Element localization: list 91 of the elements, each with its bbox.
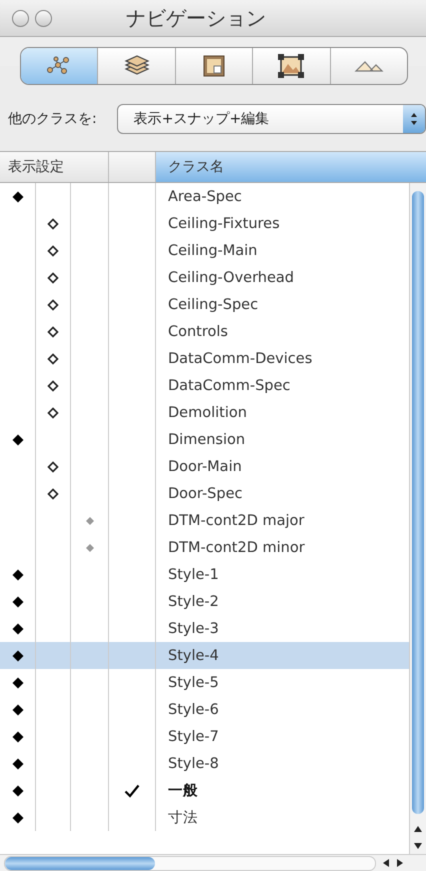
table-row[interactable]: Style-2	[0, 588, 409, 615]
table-row[interactable]: Area-Spec	[0, 183, 409, 210]
table-row[interactable]: Style-5	[0, 669, 409, 696]
filled-diamond-icon[interactable]	[12, 704, 24, 716]
filled-diamond-icon[interactable]	[12, 434, 24, 446]
class-name: DTM-cont2D major	[168, 512, 304, 528]
framed-image-icon	[277, 53, 306, 79]
left-arrow-icon[interactable]	[382, 858, 390, 868]
hollow-diamond-icon[interactable]	[47, 352, 59, 364]
hollow-diamond-icon[interactable]	[47, 460, 59, 472]
small-diamond-icon[interactable]	[84, 514, 96, 526]
class-name: Door-Main	[168, 458, 242, 474]
filled-diamond-icon[interactable]	[12, 190, 24, 202]
filled-diamond-icon[interactable]	[12, 650, 24, 662]
hollow-diamond-icon[interactable]	[47, 272, 59, 284]
table-row[interactable]: Style-7	[0, 723, 409, 750]
class-name: Style-8	[168, 756, 219, 772]
hollow-diamond-icon[interactable]	[47, 218, 59, 230]
hollow-diamond-icon[interactable]	[47, 488, 59, 500]
updown-arrows-icon	[410, 112, 418, 126]
selected-row[interactable]: Style-4	[0, 642, 409, 669]
table-row[interactable]: Ceiling-Overhead	[0, 264, 409, 291]
down-arrow-icon[interactable]	[413, 842, 423, 850]
class-name: Style-4	[168, 648, 219, 664]
table-row[interactable]: Style-1	[0, 561, 409, 588]
class-name: Style-2	[168, 594, 219, 610]
hollow-diamond-icon[interactable]	[47, 406, 59, 418]
table-row[interactable]: Ceiling-Main	[0, 237, 409, 264]
table-row[interactable]: Door-Spec	[0, 480, 409, 507]
filled-diamond-icon[interactable]	[12, 812, 24, 824]
vertical-scrollbar[interactable]	[409, 183, 426, 854]
table-row[interactable]: Style-8	[0, 750, 409, 777]
table-row[interactable]: DTM-cont2D minor	[0, 534, 409, 561]
hollow-diamond-icon[interactable]	[47, 244, 59, 256]
class-name: Dimension	[168, 432, 246, 448]
table-row[interactable]: 一般	[0, 777, 409, 804]
class-name: DataComm-Spec	[168, 378, 290, 394]
class-name: Ceiling-Fixtures	[168, 216, 280, 232]
table-row[interactable]: Demolition	[0, 399, 409, 426]
up-arrow-icon[interactable]	[413, 824, 423, 832]
column-header[interactable]: クラス名	[156, 152, 426, 182]
table-row[interactable]: Ceiling-Spec	[0, 291, 409, 318]
class-name: DataComm-Devices	[168, 350, 312, 366]
column-header[interactable]: 表示設定	[0, 152, 109, 182]
close-button[interactable]	[12, 10, 29, 26]
class-name: Door-Spec	[168, 486, 242, 502]
class-visibility-dropdown[interactable]: 表示+スナップ+編集	[116, 104, 426, 134]
scroll-thumb[interactable]	[412, 191, 424, 814]
table-row[interactable]: DataComm-Spec	[0, 372, 409, 399]
class-name: Style-7	[168, 728, 219, 744]
table-row[interactable]: Ceiling-Fixtures	[0, 210, 409, 237]
filled-diamond-icon[interactable]	[12, 676, 24, 688]
class-name: 一般	[168, 782, 198, 800]
sheet-icon	[202, 54, 226, 78]
filled-diamond-icon[interactable]	[12, 758, 24, 770]
class-name: Demolition	[168, 404, 247, 420]
class-name: Style-3	[168, 620, 219, 636]
filled-diamond-icon[interactable]	[12, 730, 24, 742]
window-title: ナビゲーション	[126, 4, 266, 32]
table-row[interactable]: Dimension	[0, 426, 409, 453]
small-diamond-icon[interactable]	[84, 542, 96, 554]
class-name: 寸法	[168, 809, 198, 827]
class-name: Style-6	[168, 702, 219, 718]
mountain-icon	[354, 59, 384, 73]
hollow-diamond-icon[interactable]	[47, 380, 59, 392]
class-name: Controls	[168, 324, 228, 340]
class-name: DTM-cont2D minor	[168, 540, 305, 556]
right-arrow-icon[interactable]	[396, 858, 404, 868]
filled-diamond-icon[interactable]	[12, 784, 24, 796]
class-name: Area-Spec	[168, 188, 242, 204]
class-name: Ceiling-Overhead	[168, 270, 294, 286]
class-name: Ceiling-Main	[168, 242, 258, 258]
class-name: Style-1	[168, 566, 219, 582]
table-row[interactable]: Door-Main	[0, 453, 409, 480]
hollow-diamond-icon[interactable]	[47, 298, 59, 310]
filled-diamond-icon[interactable]	[12, 622, 24, 634]
filled-diamond-icon[interactable]	[12, 568, 24, 580]
class-name: Ceiling-Spec	[168, 296, 258, 312]
filter-label: 他のクラスを:	[8, 110, 97, 128]
table-row[interactable]: DataComm-Devices	[0, 345, 409, 372]
class-name: Style-5	[168, 674, 219, 690]
filled-diamond-icon[interactable]	[12, 596, 24, 608]
table-row[interactable]: 寸法	[0, 804, 409, 831]
scroll-thumb[interactable]	[5, 856, 155, 870]
table-row[interactable]: Style-6	[0, 696, 409, 723]
horizontal-scrollbar[interactable]	[0, 854, 426, 871]
table-row[interactable]: Controls	[0, 318, 409, 345]
table-row[interactable]: DTM-cont2D major	[0, 507, 409, 534]
hollow-diamond-icon[interactable]	[47, 326, 59, 338]
segmented-control[interactable]	[20, 47, 408, 85]
minimize-button[interactable]	[35, 10, 52, 26]
